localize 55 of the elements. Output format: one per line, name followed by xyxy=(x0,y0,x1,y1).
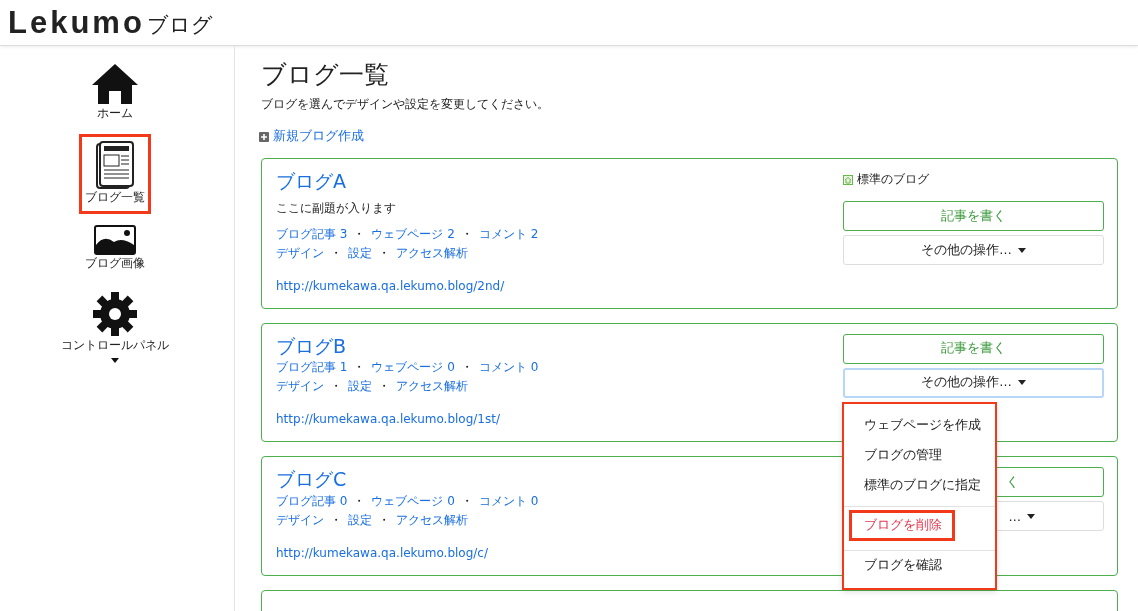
blog-url[interactable]: http://kumekawa.qa.lekumo.blog/2nd/ xyxy=(276,278,505,293)
blog-name[interactable]: ブログB xyxy=(276,333,347,359)
menu-item[interactable]: ブログを確認 xyxy=(844,549,995,580)
separator: ・ xyxy=(330,244,342,262)
blog-link[interactable]: コメント 0 xyxy=(478,358,539,378)
blog-link[interactable]: ブログ記事 3 xyxy=(276,224,348,244)
page-title: ブログ一覧 xyxy=(261,59,390,91)
blog-link[interactable]: アクセス解析 xyxy=(396,243,468,263)
blog-link[interactable]: ウェブページ 0 xyxy=(371,358,455,378)
blog-link[interactable]: ブログ記事 1 xyxy=(276,358,348,378)
blog-url[interactable]: http://kumekawa.qa.lekumo.blog/1st/ xyxy=(276,412,500,427)
menu-item[interactable]: 標準のブログに指定 xyxy=(844,469,995,500)
menu-item[interactable]: ウェブページを作成 xyxy=(844,409,995,440)
blog-link[interactable]: コメント 0 xyxy=(478,492,539,512)
separator: ・ xyxy=(330,512,342,530)
separator: ・ xyxy=(353,493,366,511)
blog-link[interactable]: アクセス解析 xyxy=(396,511,468,531)
separator: ・ xyxy=(378,512,390,530)
blog-link[interactable]: アクセス解析 xyxy=(396,377,468,397)
menu-item[interactable]: ブログの管理 xyxy=(844,439,995,470)
blog-link[interactable]: コメント 2 xyxy=(478,224,539,244)
blog-link[interactable]: デザイン xyxy=(276,377,324,397)
blog-link[interactable]: デザイン xyxy=(276,243,324,263)
blog-link[interactable]: ウェブページ 2 xyxy=(371,224,455,244)
blog-name[interactable]: ブログC xyxy=(276,467,347,493)
blog-link[interactable]: デザイン xyxy=(276,511,324,531)
page-description: ブログを選んでデザインや設定を変更してください。 xyxy=(261,97,550,112)
blog-link[interactable]: 設定 xyxy=(348,377,372,397)
more-actions-button[interactable]: その他の操作… xyxy=(843,235,1104,265)
logo-subtitle: ブログ xyxy=(146,11,213,39)
blog-link[interactable]: ブログ記事 0 xyxy=(276,492,348,512)
sidebar-item[interactable]: ホーム xyxy=(79,56,150,130)
write-post-button[interactable]: 記事を書く xyxy=(843,201,1104,231)
more-actions-button[interactable]: その他の操作… xyxy=(843,367,1104,398)
blog-link[interactable]: 設定 xyxy=(348,243,372,263)
blog-url[interactable]: http://kumekawa.qa.lekumo.blog/c/ xyxy=(276,546,488,561)
separator: ・ xyxy=(353,225,366,243)
write-post-button[interactable]: 記事を書く xyxy=(843,333,1104,364)
logo: Lekumo xyxy=(8,4,145,41)
separator: ・ xyxy=(460,493,473,511)
sidebar-item[interactable]: ブログ一覧 xyxy=(78,134,151,214)
blog-name[interactable]: ブログA xyxy=(276,169,346,194)
sidebar-item[interactable]: コントロールパネル xyxy=(54,284,175,362)
separator: ・ xyxy=(378,378,390,396)
separator: ・ xyxy=(378,244,390,262)
separator: ・ xyxy=(353,359,366,377)
blog-subtitle: ここに副題が入ります xyxy=(276,199,397,217)
blog-link[interactable]: ウェブページ 0 xyxy=(371,492,455,512)
default-blog-label: 標準のブログ xyxy=(843,171,929,188)
sidebar-item[interactable]: ブログ画像 xyxy=(78,218,151,280)
separator: ・ xyxy=(330,378,342,396)
new-blog-link[interactable]: 新規ブログ作成 xyxy=(259,128,364,145)
blog-link[interactable]: 設定 xyxy=(348,511,372,531)
separator: ・ xyxy=(460,359,473,377)
separator: ・ xyxy=(460,225,473,243)
